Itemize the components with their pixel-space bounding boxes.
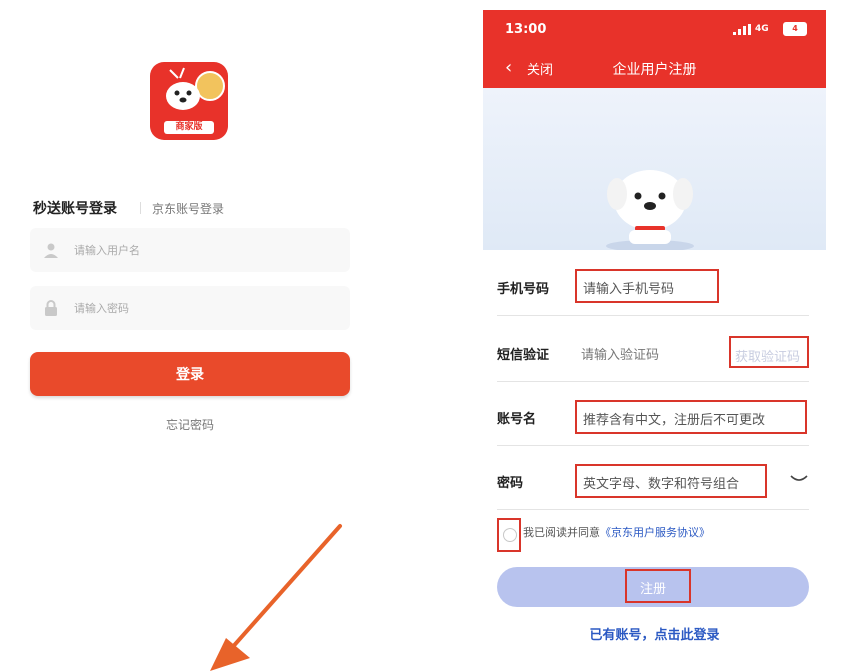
phone-label: 手机号码: [497, 282, 550, 297]
agreement-link[interactable]: 《京东用户服务协议》: [600, 526, 710, 539]
divider: [497, 509, 809, 510]
username-placeholder: 请输入用户名: [74, 244, 140, 257]
password-label: 密码: [497, 476, 524, 491]
get-code-button[interactable]: 获取验证码: [729, 336, 809, 368]
tab-jd-login[interactable]: 京东账号登录: [152, 200, 224, 217]
register-screen: 13:00 4G 4 ‹ 关闭 企业用户注册 手机号码 请输入手机号码 短信验证…: [483, 10, 826, 671]
eye-closed-icon[interactable]: [789, 470, 809, 486]
banner: [483, 88, 826, 250]
app-logo-icon: 商家版: [150, 62, 228, 140]
divider: [497, 445, 809, 446]
username-input[interactable]: 请输入用户名: [30, 228, 350, 272]
forgot-password-link[interactable]: 忘记密码: [0, 416, 380, 433]
login-button[interactable]: 登录: [30, 352, 350, 396]
annotation-arrow-icon: [210, 524, 342, 671]
nav-bar: ‹ 关闭 企业用户注册: [483, 48, 826, 88]
account-label: 账号名: [497, 412, 537, 427]
logo-badge: 商家版: [164, 121, 214, 134]
register-button[interactable]: 注册: [497, 567, 809, 607]
phone-row: 手机号码 请输入手机号码: [497, 256, 809, 316]
tab-divider: [140, 202, 141, 214]
sms-input[interactable]: 请输入验证码: [581, 344, 659, 363]
phone-placeholder: 请输入手机号码: [583, 282, 675, 297]
account-input[interactable]: 推荐含有中文，注册后不可更改: [575, 400, 807, 434]
signal-icon: [733, 24, 751, 35]
account-placeholder: 推荐含有中文，注册后不可更改: [583, 413, 766, 428]
password-placeholder: 请输入密码: [74, 302, 129, 315]
agreement-row: 我已阅读并同意《京东用户服务协议》: [497, 518, 809, 552]
password-hint: 英文字母、数字和符号组合: [583, 477, 740, 492]
status-bar: 13:00 4G 4: [483, 10, 826, 48]
user-icon: [44, 243, 58, 258]
password-input[interactable]: 请输入密码: [30, 286, 350, 330]
sms-label: 短信验证: [497, 348, 550, 363]
divider: [497, 381, 809, 382]
sms-row: 短信验证 请输入验证码 获取验证码: [497, 322, 809, 382]
tab-miaosong-login[interactable]: 秒送账号登录: [33, 198, 117, 218]
agreement-label: 我已阅读并同意: [523, 526, 600, 539]
account-row: 账号名 推荐含有中文，注册后不可更改: [497, 386, 809, 446]
agreement-text: 我已阅读并同意《京东用户服务协议》: [523, 524, 710, 540]
checkbox-circle-icon: [503, 528, 517, 542]
register-password-input[interactable]: 英文字母、数字和符号组合: [575, 464, 767, 498]
lock-icon: [45, 300, 57, 316]
page-title: 企业用户注册: [612, 62, 697, 78]
get-code-label: 获取验证码: [735, 350, 801, 365]
battery-icon: 4: [783, 22, 807, 36]
password-row: 密码 英文字母、数字和符号组合: [497, 450, 809, 510]
divider: [497, 315, 809, 316]
register-button-label: 注册: [639, 581, 666, 597]
existing-account-login-link[interactable]: 已有账号，点击此登录: [483, 624, 826, 643]
status-time: 13:00: [505, 22, 547, 37]
mascot-dog-icon: [606, 170, 694, 250]
network-label: 4G: [755, 24, 769, 34]
agreement-checkbox[interactable]: [497, 518, 521, 552]
phone-input[interactable]: 请输入手机号码: [575, 269, 719, 303]
